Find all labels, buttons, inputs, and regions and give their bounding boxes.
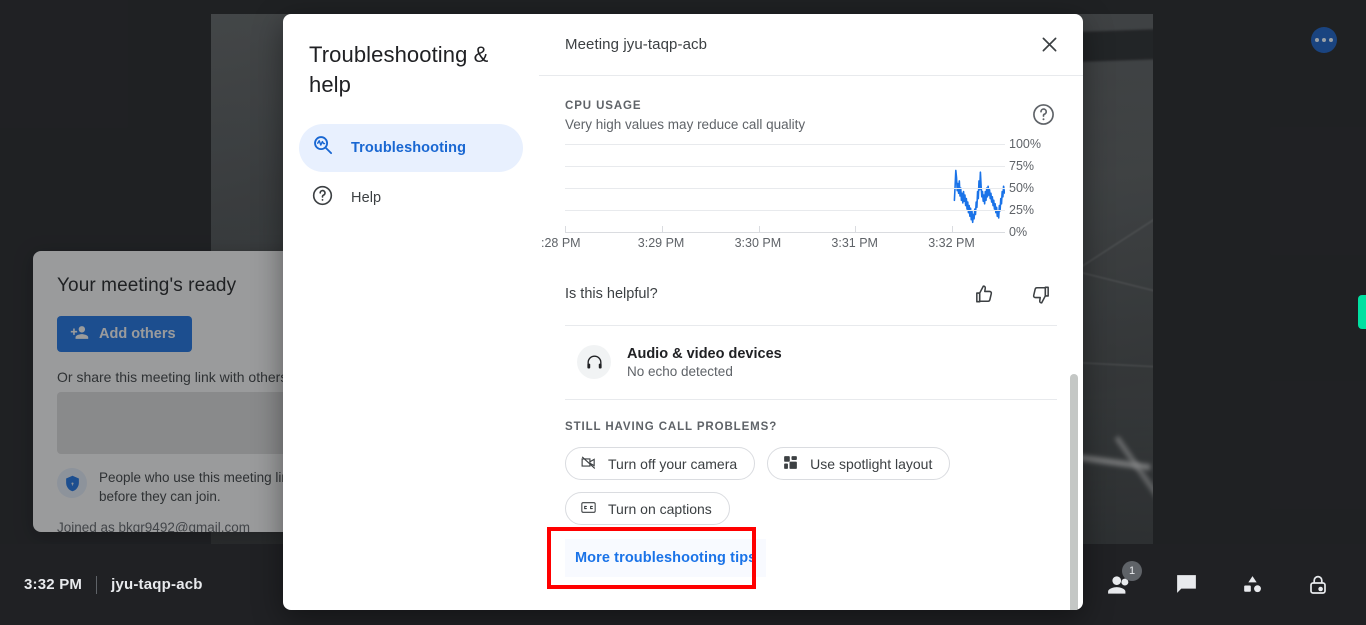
still-problems-label: STILL HAVING CALL PROBLEMS? <box>565 421 778 433</box>
people-icon[interactable]: 1 <box>1098 560 1142 607</box>
turn-off-camera-button[interactable]: Turn off your camera <box>565 447 756 480</box>
chip-label: Turn on captions <box>608 500 712 517</box>
people-count-badge: 1 <box>1122 560 1142 581</box>
audio-video-title: Audio & video devices <box>627 345 782 362</box>
chart-gridline <box>565 232 1005 233</box>
chart-y-tick-label: 25% <box>1009 203 1035 217</box>
chip-label: Turn off your camera <box>608 455 738 472</box>
person-add-icon <box>70 323 89 346</box>
cpu-usage-subtitle: Very high values may reduce call quality <box>565 117 806 132</box>
dialog-header: Meeting jyu-taqp-acb <box>539 14 1083 76</box>
meeting-code: jyu-taqp-acb <box>111 576 203 593</box>
troubleshooting-icon <box>311 134 334 162</box>
dot <box>1315 38 1319 42</box>
dialog-sidebar: Troubleshooting & help Troubleshooting H… <box>283 14 539 610</box>
chart-x-tick-label: :28 PM <box>541 236 581 250</box>
more-tips-zone: More troubleshooting tips <box>547 527 1057 589</box>
divider <box>96 575 98 594</box>
help-circle-icon <box>311 184 334 212</box>
dialog-title: Troubleshooting & help <box>309 42 489 97</box>
chart-y-tick-label: 0% <box>1009 225 1028 239</box>
dot <box>1329 38 1333 42</box>
chip-label: Use spotlight layout <box>810 455 933 472</box>
sidebar-item-help[interactable]: Help <box>299 174 523 222</box>
cpu-usage-chart: 0% 25% 50% 75% 100% :28 PM 3:29 PM 3:30 PM 3:31… <box>541 137 1057 259</box>
chart-x-tick-label: 3:31 PM <box>831 236 878 250</box>
chart-x-tick-label: 3:29 PM <box>637 236 685 250</box>
cpu-usage-label: CPU USAGE <box>565 100 642 112</box>
camera-off-icon <box>580 454 597 474</box>
chart-x-tick-label: 3:32 PM <box>928 236 975 250</box>
meet-window: Your meeting's ready Add others Or share… <box>0 0 1366 625</box>
chart-y-tick-label: 100% <box>1009 137 1041 151</box>
dot <box>1322 38 1326 42</box>
feedback-buttons <box>967 277 1057 311</box>
spotlight-layout-icon <box>782 454 799 474</box>
audio-video-status: No echo detected <box>627 363 733 379</box>
chart-x-tick-mark <box>565 226 566 232</box>
turn-on-captions-button[interactable]: Turn on captions <box>565 492 730 525</box>
side-panel-tab[interactable] <box>1358 295 1366 329</box>
troubleshooting-actions: Turn off your camera Use spotlight layou… <box>565 447 1057 525</box>
headset-icon <box>577 345 611 379</box>
shield-lock-icon <box>57 468 87 498</box>
chart-x-tick-mark <box>758 226 760 232</box>
feedback-question: Is this helpful? <box>565 286 658 302</box>
audio-video-devices-row[interactable]: Audio & video devices No echo detected <box>565 326 1057 399</box>
cpu-usage-header: CPU USAGE Very high values may reduce ca… <box>565 76 1057 132</box>
dialog-content: CPU USAGE Very high values may reduce ca… <box>539 76 1083 610</box>
chart-x-tick-label: 3:30 PM <box>734 236 782 250</box>
help-circle-icon[interactable] <box>1029 100 1057 128</box>
host-controls-lock-icon[interactable] <box>1296 563 1340 607</box>
chart-x-tick-mark <box>952 226 954 232</box>
divider <box>565 399 1057 400</box>
chart-plot-area <box>565 144 1005 233</box>
more-troubleshooting-tips-link[interactable]: More troubleshooting tips <box>565 539 767 577</box>
sidebar-item-label: Help <box>351 190 382 206</box>
meeting-info-group: 3:32 PM jyu-taqp-acb <box>0 575 203 594</box>
captions-icon <box>580 499 597 519</box>
troubleshooting-dialog: Troubleshooting & help Troubleshooting H… <box>283 14 1083 610</box>
clock-time: 3:32 PM <box>24 576 83 593</box>
dialog-header-title: Meeting jyu-taqp-acb <box>565 36 708 53</box>
chart-x-tick-mark <box>855 226 857 232</box>
feedback-row: Is this helpful? <box>565 263 1057 325</box>
chart-x-tick-mark <box>661 226 663 232</box>
chart-y-tick-label: 75% <box>1009 159 1035 173</box>
add-others-label: Add others <box>99 326 176 342</box>
thumbs-down-icon[interactable] <box>1023 277 1057 311</box>
chart-gridline <box>565 144 1005 145</box>
chat-icon[interactable] <box>1164 563 1208 607</box>
chart-y-tick-label: 50% <box>1009 181 1035 195</box>
dialog-main: Meeting jyu-taqp-acb CPU USAGE Very high… <box>539 14 1083 610</box>
dialog-scrollbar[interactable] <box>1070 374 1078 610</box>
sidebar-item-troubleshooting[interactable]: Troubleshooting <box>299 124 523 172</box>
chart-gridline <box>565 210 1005 211</box>
more-options-button[interactable] <box>1311 27 1337 53</box>
add-others-button[interactable]: Add others <box>57 316 192 352</box>
chart-gridline <box>565 188 1005 189</box>
use-spotlight-layout-button[interactable]: Use spotlight layout <box>767 447 951 480</box>
sidebar-item-label: Troubleshooting <box>351 140 467 156</box>
activities-icon[interactable] <box>1230 563 1274 607</box>
chart-gridline <box>565 166 1005 167</box>
thumbs-up-icon[interactable] <box>967 277 1001 311</box>
close-icon[interactable] <box>1029 25 1069 65</box>
